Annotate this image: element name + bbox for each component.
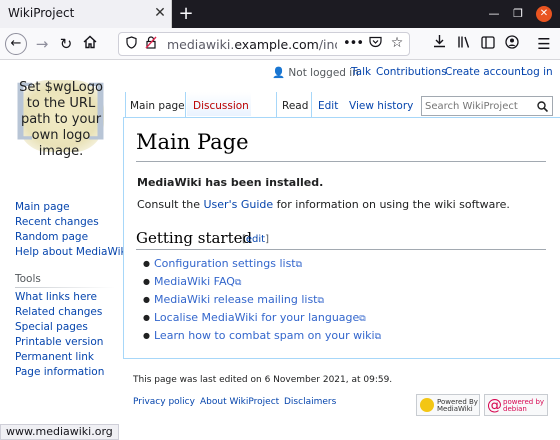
url-text[interactable]: mediawiki.example.com/index.p	[167, 37, 337, 52]
list-item-faq[interactable]: MediaWiki FAQ⧉	[154, 275, 241, 288]
consult-paragraph: Consult the User's Guide for information…	[137, 198, 510, 211]
sidebar-item-printable-version[interactable]: Printable version	[15, 336, 103, 348]
insecure-lock-icon[interactable]	[143, 36, 159, 52]
status-bar-url: www.mediawiki.org	[0, 424, 119, 440]
url-bar[interactable]: mediawiki.example.com/index.p ••• ☆	[118, 32, 410, 56]
bookmark-star-icon[interactable]: ☆	[389, 35, 405, 51]
reload-icon[interactable]: ↻	[55, 33, 77, 55]
create-account-link[interactable]: Create account	[445, 66, 525, 78]
sidebar-item-page-information[interactable]: Page information	[15, 366, 104, 378]
tab-wikiproject[interactable]: WikiProject ✕	[0, 0, 172, 28]
sidebar-item-main-page[interactable]: Main page	[15, 201, 70, 213]
sidebar-item-recent-changes[interactable]: Recent changes	[15, 216, 99, 228]
external-link-icon: ⧉	[295, 260, 303, 270]
shield-icon[interactable]	[123, 36, 139, 52]
minimize-icon[interactable]: —	[486, 6, 502, 22]
external-link-icon: ⧉	[359, 314, 366, 324]
tab-read[interactable]: Read	[282, 100, 308, 112]
sidebar-item-random-page[interactable]: Random page	[15, 231, 88, 243]
more-icon[interactable]: •••	[343, 36, 364, 51]
list-item-mailing-list[interactable]: MediaWiki release mailing list⧉	[154, 293, 324, 306]
getting-started-heading: Getting started	[136, 229, 253, 247]
tab-view-history[interactable]: View history	[349, 100, 413, 112]
tools-divider	[15, 287, 115, 288]
user-icon: 👤	[272, 67, 286, 79]
window-close-icon[interactable]: ✕	[536, 6, 552, 22]
disclaimers-link[interactable]: Disclaimers	[284, 397, 336, 407]
tab-title: WikiProject	[8, 6, 75, 20]
installed-message: MediaWiki has been installed.	[137, 176, 324, 189]
sidebar-heading-tools: Tools	[15, 273, 41, 285]
tab-discussion[interactable]: Discussion	[193, 100, 249, 112]
list-bullet: ●	[143, 259, 150, 268]
powered-by-debian-badge[interactable]: @ powered by debian	[484, 394, 548, 416]
edit-section-link[interactable]: edit	[246, 234, 265, 245]
sidebar-item-related-changes[interactable]: Related changes	[15, 306, 102, 318]
debian-swirl-icon: @	[487, 396, 502, 414]
edit-section: [edit]	[242, 234, 270, 245]
title-divider	[136, 161, 546, 162]
tab-close-icon[interactable]: ✕	[152, 4, 168, 22]
new-tab-button[interactable]: +	[176, 3, 196, 25]
search-input[interactable]	[425, 99, 533, 113]
sidebar-item-permanent-link[interactable]: Permanent link	[15, 351, 94, 363]
list-bullet: ●	[143, 331, 150, 340]
search-icon[interactable]	[537, 98, 549, 115]
sidebar-item-what-links-here[interactable]: What links here	[15, 291, 97, 303]
privacy-policy-link[interactable]: Privacy policy	[133, 397, 195, 407]
download-icon[interactable]	[428, 33, 450, 55]
list-bullet: ●	[143, 313, 150, 322]
last-edited-text: This page was last edited on 6 November …	[133, 375, 393, 385]
forward-icon[interactable]: →	[31, 33, 53, 55]
powered-by-mediawiki-badge[interactable]: Powered By MediaWiki	[416, 394, 480, 416]
not-logged-in: 👤 Not logged in	[272, 67, 359, 79]
wiki-logo[interactable]: [ ] Set $wgLogo to the URL path to your …	[12, 70, 109, 160]
list-item-localise[interactable]: Localise MediaWiki for your language⧉	[154, 311, 366, 324]
list-item-configuration[interactable]: Configuration settings list⧉	[154, 257, 302, 270]
about-link[interactable]: About WikiProject	[200, 397, 279, 407]
contributions-link[interactable]: Contributions	[376, 66, 447, 78]
sidebar-item-special-pages[interactable]: Special pages	[15, 321, 88, 333]
list-item-combat-spam[interactable]: Learn how to combat spam on your wiki⧉	[154, 329, 381, 342]
logo-placeholder-text: Set $wgLogo to the URL path to your own …	[19, 80, 103, 159]
navigation-toolbar: ← → ↻ mediawiki.example.com/index.p ••• …	[0, 28, 560, 60]
talk-link[interactable]: Talk	[351, 66, 371, 78]
restore-icon[interactable]: ❐	[510, 6, 526, 22]
sidebar-icon[interactable]	[477, 33, 499, 55]
mediawiki-flower-icon	[420, 398, 434, 412]
log-in-link[interactable]: Log in	[521, 66, 553, 78]
list-bullet: ●	[143, 277, 150, 286]
page-title: Main Page	[136, 130, 249, 154]
library-icon[interactable]	[453, 33, 475, 55]
section-divider	[136, 249, 546, 250]
menu-icon[interactable]: ☰	[533, 33, 555, 55]
external-link-icon: ⧉	[234, 278, 242, 288]
list-bullet: ●	[143, 295, 150, 304]
home-icon[interactable]	[79, 33, 101, 55]
sidebar-item-help[interactable]: Help about MediaWiki	[15, 246, 130, 258]
external-link-icon: ⧉	[317, 296, 324, 306]
account-icon[interactable]	[501, 33, 523, 55]
search-box	[421, 96, 553, 116]
users-guide-link[interactable]: User's Guide	[204, 198, 274, 211]
pocket-icon[interactable]	[367, 36, 383, 51]
tab-main-page[interactable]: Main page	[130, 100, 185, 112]
tab-strip: WikiProject ✕ + — ❐ ✕	[0, 0, 560, 28]
external-link-icon: ⧉	[374, 332, 382, 342]
back-icon[interactable]: ←	[5, 33, 27, 55]
tab-edit[interactable]: Edit	[318, 100, 338, 112]
